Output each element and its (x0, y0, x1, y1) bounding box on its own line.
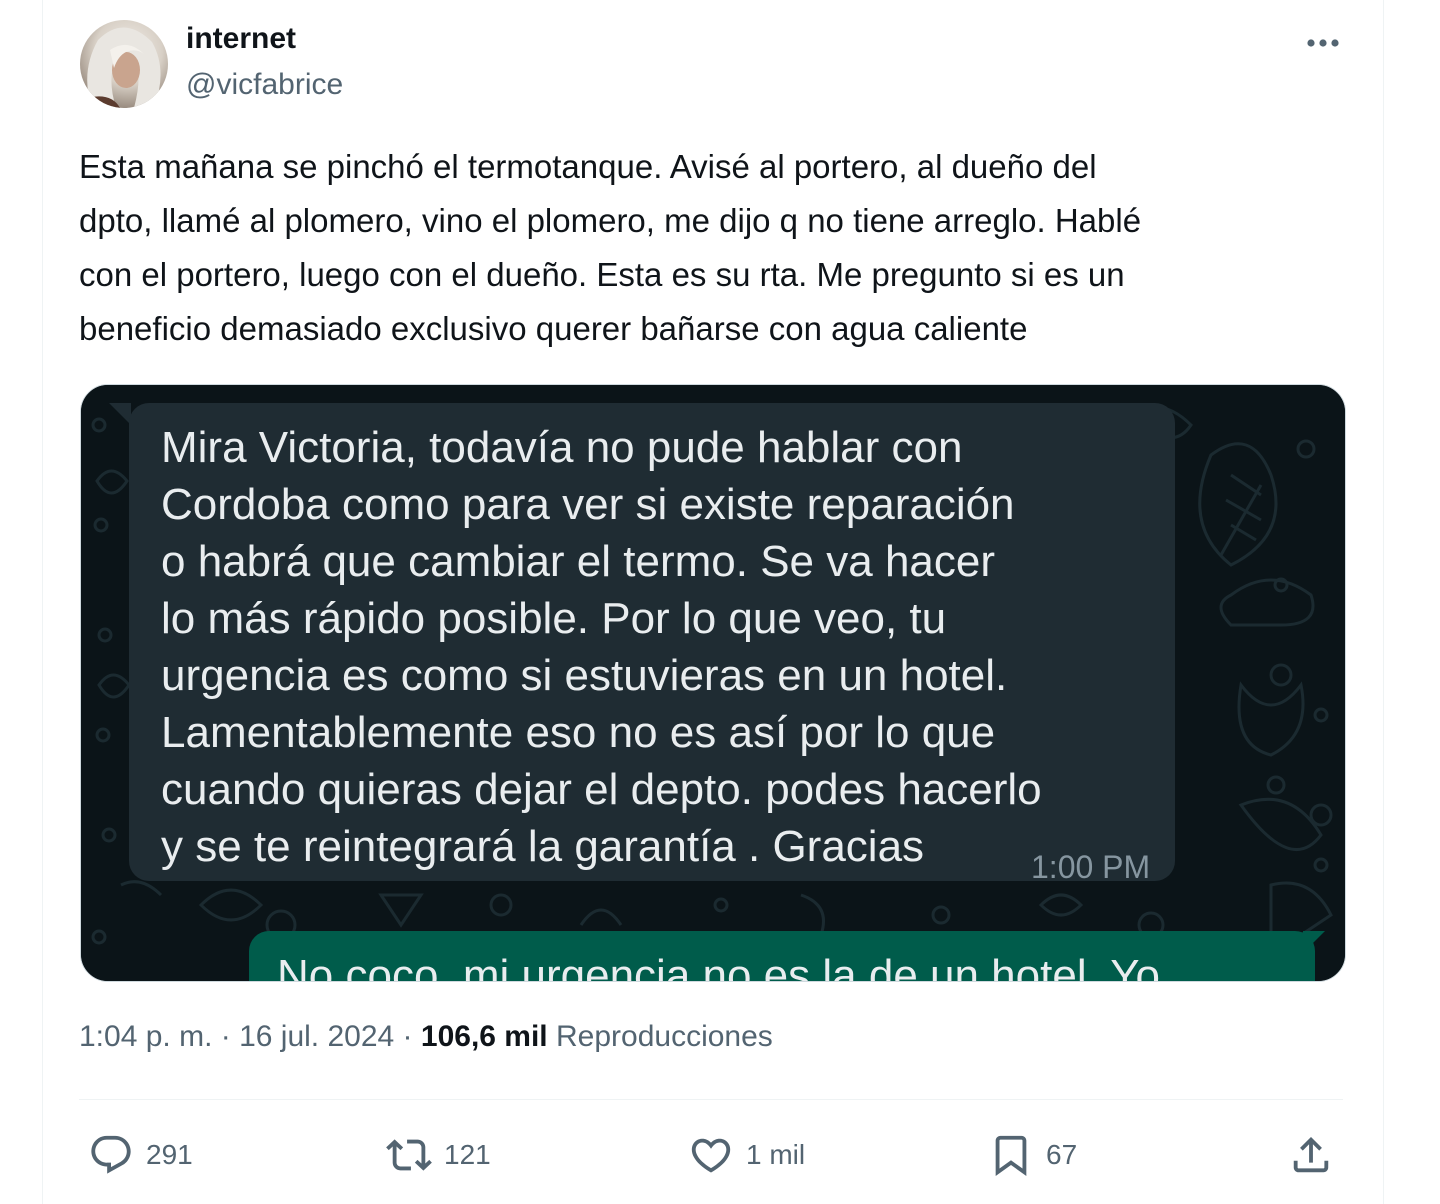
views-label: Reproducciones (556, 1020, 773, 1053)
share-button[interactable] (1288, 1128, 1334, 1182)
reply-icon (91, 1135, 131, 1174)
avatar[interactable] (80, 20, 168, 108)
outgoing-bubble-tail (1303, 931, 1325, 953)
reply-count: 291 (146, 1139, 193, 1170)
incoming-bubble-tail (109, 403, 131, 425)
author-handle[interactable]: @vicfabrice (186, 68, 343, 102)
bookmark-count: 67 (1046, 1139, 1078, 1170)
incoming-message-time: 1:00 PM (1031, 849, 1151, 885)
tweet-meta: 1:04 p. m. · 16 jul. 2024 · 106,6 mil Re… (79, 1020, 773, 1054)
share-icon (1293, 1136, 1329, 1173)
more-options-button[interactable] (1300, 24, 1346, 64)
like-count: 1 mil (746, 1139, 806, 1170)
more-icon (1307, 39, 1339, 47)
meta-separator: · (212, 1020, 240, 1053)
divider (79, 1099, 1343, 1100)
retweet-count: 121 (444, 1139, 491, 1170)
bookmark-button[interactable]: 67 (988, 1128, 1077, 1182)
views-count: 106,6 mil (420, 1020, 548, 1053)
bookmark-icon (995, 1135, 1027, 1176)
author-display-name[interactable]: internet (186, 22, 296, 56)
outgoing-message-text: No coco, mi urgencia no es la de un hote… (277, 951, 1161, 982)
retweet-icon (386, 1139, 432, 1171)
reply-button[interactable]: 291 (88, 1128, 193, 1182)
meta-separator-2: · (394, 1020, 421, 1053)
like-button[interactable]: 1 mil (688, 1128, 805, 1182)
tweet-text: Esta mañana se pinchó el termotanque. Av… (79, 148, 1142, 347)
like-icon (691, 1138, 731, 1173)
retweet-button[interactable]: 121 (386, 1128, 491, 1182)
tweet-time[interactable]: 1:04 p. m. (79, 1020, 212, 1053)
incoming-message-text: Mira Victoria, todavía no pude hablar co… (161, 423, 1042, 871)
tweet-date[interactable]: 16 jul. 2024 (239, 1020, 394, 1053)
tweet-media-image[interactable]: Mira Victoria, todavía no pude hablar co… (80, 384, 1346, 982)
